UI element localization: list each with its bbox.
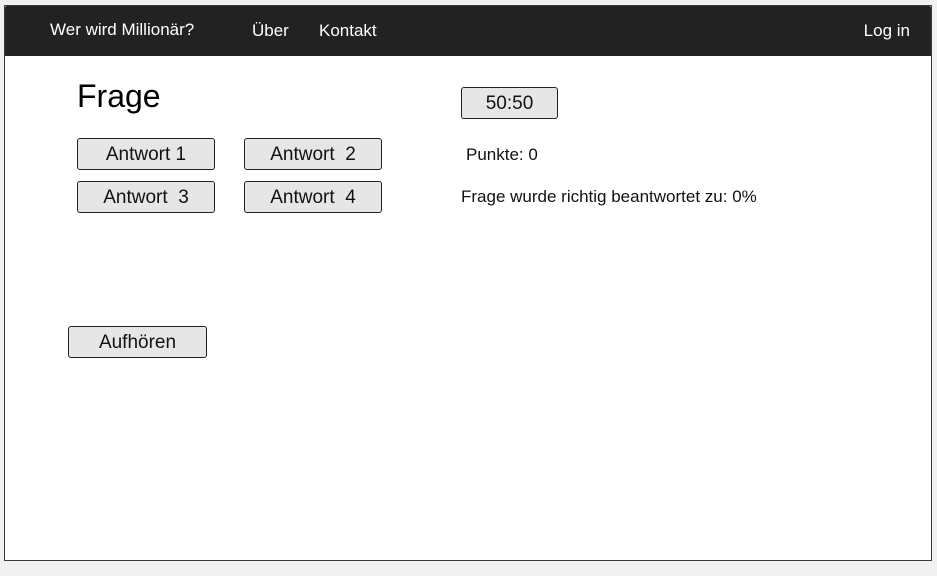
score-value: 0 — [528, 145, 538, 164]
answer-button-3[interactable]: Antwort 3 — [77, 181, 215, 213]
stats-label: Frage wurde richtig beantwortet zu: — [461, 187, 728, 206]
answer-button-2[interactable]: Antwort 2 — [244, 138, 382, 170]
stats-value: 0% — [732, 187, 757, 206]
nav-link-contact[interactable]: Kontakt — [319, 21, 377, 41]
score-display: Punkte: 0 — [466, 145, 538, 165]
answer-stats: Frage wurde richtig beantwortet zu: 0% — [461, 187, 757, 207]
quit-button[interactable]: Aufhören — [68, 326, 207, 358]
login-link[interactable]: Log in — [864, 21, 910, 41]
fifty-fifty-button[interactable]: 50:50 — [461, 87, 558, 119]
nav-link-about[interactable]: Über — [252, 21, 289, 41]
question-title: Frage — [77, 78, 161, 114]
answer-button-1[interactable]: Antwort 1 — [77, 138, 215, 170]
answer-button-4[interactable]: Antwort 4 — [244, 181, 382, 213]
score-label: Punkte: — [466, 145, 524, 164]
app-window: Wer wird Millionär? Über Kontakt Log in … — [4, 5, 932, 561]
top-navbar: Wer wird Millionär? Über Kontakt Log in — [5, 6, 931, 56]
brand-link[interactable]: Wer wird Millionär? — [50, 20, 194, 40]
